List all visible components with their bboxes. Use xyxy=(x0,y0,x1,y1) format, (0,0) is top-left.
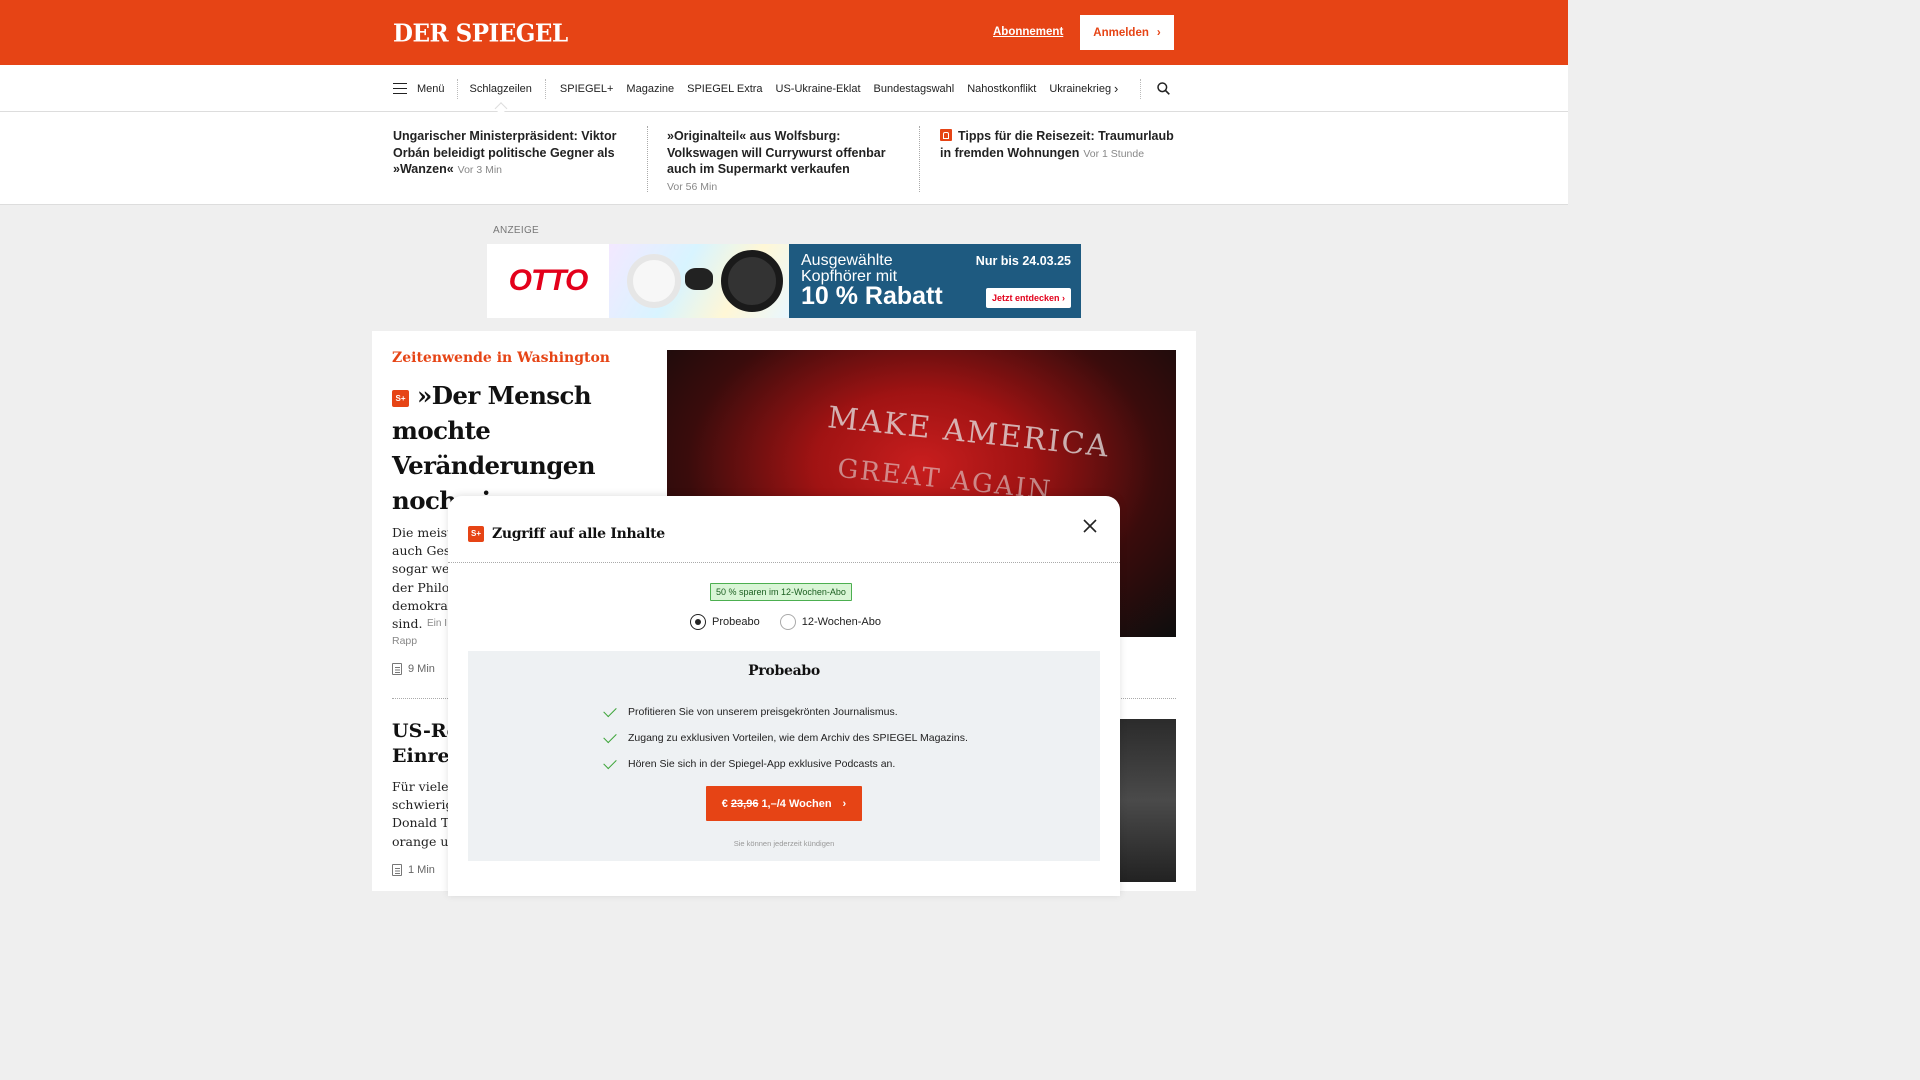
nav-item-ukrainekrieg[interactable]: Ukrainekrieg xyxy=(1043,83,1118,95)
close-icon[interactable] xyxy=(1082,518,1098,534)
article-author-prefix: Ein I xyxy=(427,618,448,629)
main-nav: Menü Schlagzeilen SPIEGEL+ Magazine SPIE… xyxy=(0,65,1568,112)
modal-title-text: Zugriff auf alle Inhalte xyxy=(492,526,665,542)
radio-label: Probeabo xyxy=(712,616,760,628)
top-bar: DER SPIEGEL Abonnement Anmelden › xyxy=(0,0,1568,65)
article-teaser: Die meist auch Gese sogar wen der Philos… xyxy=(392,525,452,632)
benefit-list: Profitieren Sie von unserem preisgekrönt… xyxy=(603,699,968,777)
article-teaser: Für viele I schwierig Donald Tr orange u… xyxy=(392,779,452,849)
nav-item-bundestagswahl[interactable]: Bundestagswahl xyxy=(867,83,961,95)
headline-strip: Ungarischer Ministerpräsident: Viktor Or… xyxy=(0,112,1568,205)
abonnement-link[interactable]: Abonnement xyxy=(993,26,1063,38)
cta-old-price: 23,96 xyxy=(730,797,759,810)
article-title: »Der Mensch mochte Veränderungen noch ni… xyxy=(392,381,596,515)
ad-cta-button[interactable]: Jetzt entdecken › xyxy=(985,288,1071,308)
spiegel-plus-badge: S+ xyxy=(468,526,484,542)
headline-time: Vor 1 Stunde xyxy=(1083,147,1145,160)
divider xyxy=(647,126,648,192)
nav-item-spiegel-extra[interactable]: SPIEGEL Extra xyxy=(681,83,769,95)
nav-divider xyxy=(1140,79,1141,99)
hamburger-icon xyxy=(393,83,407,94)
check-icon xyxy=(603,755,617,770)
headline-item[interactable]: Tipps für die Reisezeit: Traumurlaub in … xyxy=(940,128,1176,162)
check-icon xyxy=(603,703,617,718)
chevron-right-icon[interactable]: › xyxy=(1114,81,1118,96)
otto-logo: OTTO xyxy=(487,244,609,318)
offer-box: Probeabo Profitieren Sie von unserem pre… xyxy=(468,651,1100,861)
menu-button[interactable]: Menü xyxy=(393,78,458,99)
radio-unselected-icon xyxy=(779,614,796,630)
nav-item-schlagzeilen[interactable]: Schlagzeilen xyxy=(458,78,546,99)
modal-divider xyxy=(448,562,1120,563)
spiegel-plus-badge: S+ xyxy=(392,390,409,407)
benefit-item: Profitieren Sie von unserem preisgekrönt… xyxy=(603,699,968,725)
cancel-note: Sie können jederzeit kündigen xyxy=(733,839,835,848)
read-time-label: 9 Min xyxy=(408,663,435,675)
radio-probeabo[interactable]: Probeabo xyxy=(690,614,760,630)
chevron-right-icon: › xyxy=(842,797,847,810)
spiegel-logo[interactable]: DER SPIEGEL xyxy=(393,19,568,47)
login-button-label: Anmelden xyxy=(1093,26,1149,39)
read-time: 1 Min xyxy=(392,864,435,876)
radio-12-wochen-abo[interactable]: 12-Wochen-Abo xyxy=(779,614,882,630)
menu-label: Menü xyxy=(417,82,445,95)
read-time: 9 Min xyxy=(392,663,435,675)
chevron-right-icon: › xyxy=(1156,26,1161,39)
modal-title: S+ Zugriff auf alle Inhalte xyxy=(468,526,665,542)
headline-item[interactable]: »Originalteil« aus Wolfsburg: Volkswagen… xyxy=(667,128,897,195)
ad-discount: 10 % Rabatt xyxy=(801,282,943,310)
search-icon[interactable] xyxy=(1157,82,1170,95)
login-button[interactable]: Anmelden › xyxy=(1080,15,1174,50)
plan-selector: Probeabo 12-Wochen-Abo xyxy=(690,614,881,630)
headphones-image xyxy=(609,244,789,318)
article-kicker[interactable]: Zeitenwende in Washington xyxy=(392,350,610,366)
headline-text: Ungarischer Ministerpräsident: Viktor Or… xyxy=(393,129,617,176)
article-headline[interactable]: US-Re Einreis xyxy=(392,719,452,769)
nav-item-us-ukraine-eklat[interactable]: US-Ukraine-Eklat xyxy=(769,83,867,95)
check-icon xyxy=(603,729,617,744)
article-image[interactable] xyxy=(1120,719,1176,882)
headline-time: Vor 3 Min xyxy=(457,164,503,176)
article-author: Rapp xyxy=(392,635,418,647)
cta-currency: € xyxy=(721,797,728,810)
nav-item-spiegel-plus[interactable]: SPIEGEL+ xyxy=(546,83,620,95)
subscribe-button[interactable]: € 23,96 1,–/4 Wochen › xyxy=(706,786,862,821)
headline-text: »Originalteil« aus Wolfsburg: Volkswagen… xyxy=(667,129,886,176)
radio-label: 12-Wochen-Abo xyxy=(801,616,882,628)
document-icon xyxy=(392,663,402,675)
spiegel-plus-icon xyxy=(940,129,952,141)
benefit-item: Hören Sie sich in der Spiegel-App exklus… xyxy=(603,751,968,777)
nav-item-nahostkonflikt[interactable]: Nahostkonflikt xyxy=(961,83,1043,95)
paywall-modal: S+ Zugriff auf alle Inhalte 50 % sparen … xyxy=(448,496,1120,896)
ad-date: Nur bis 24.03.25 xyxy=(975,254,1071,268)
document-icon xyxy=(392,864,402,876)
ad-text-panel: Ausgewählte Kopfhörer mit 10 % Rabatt Nur… xyxy=(789,244,1081,318)
nav-item-magazine[interactable]: Magazine xyxy=(620,83,681,95)
read-time-label: 1 Min xyxy=(408,864,435,876)
ad-banner[interactable]: OTTO Ausgewählte Kopfhörer mit 10 % Rabat… xyxy=(487,244,1081,318)
cta-new-price: 1,–/4 Wochen xyxy=(761,797,832,810)
radio-selected-icon xyxy=(690,614,706,630)
benefit-item: Zugang zu exklusiven Vorteilen, wie dem … xyxy=(603,725,968,751)
savings-badge: 50 % sparen im 12-Wochen-Abo xyxy=(710,583,852,601)
headline-time: Vor 56 Min xyxy=(667,180,718,193)
ad-headline: Ausgewählte Kopfhörer mit xyxy=(801,252,898,285)
offer-title: Probeabo xyxy=(748,663,820,679)
ad-label: ANZEIGE xyxy=(493,225,539,236)
divider xyxy=(919,126,920,192)
headline-item[interactable]: Ungarischer Ministerpräsident: Viktor Or… xyxy=(393,128,625,179)
image-caption-text: MAKE AMERICA xyxy=(825,400,1112,465)
